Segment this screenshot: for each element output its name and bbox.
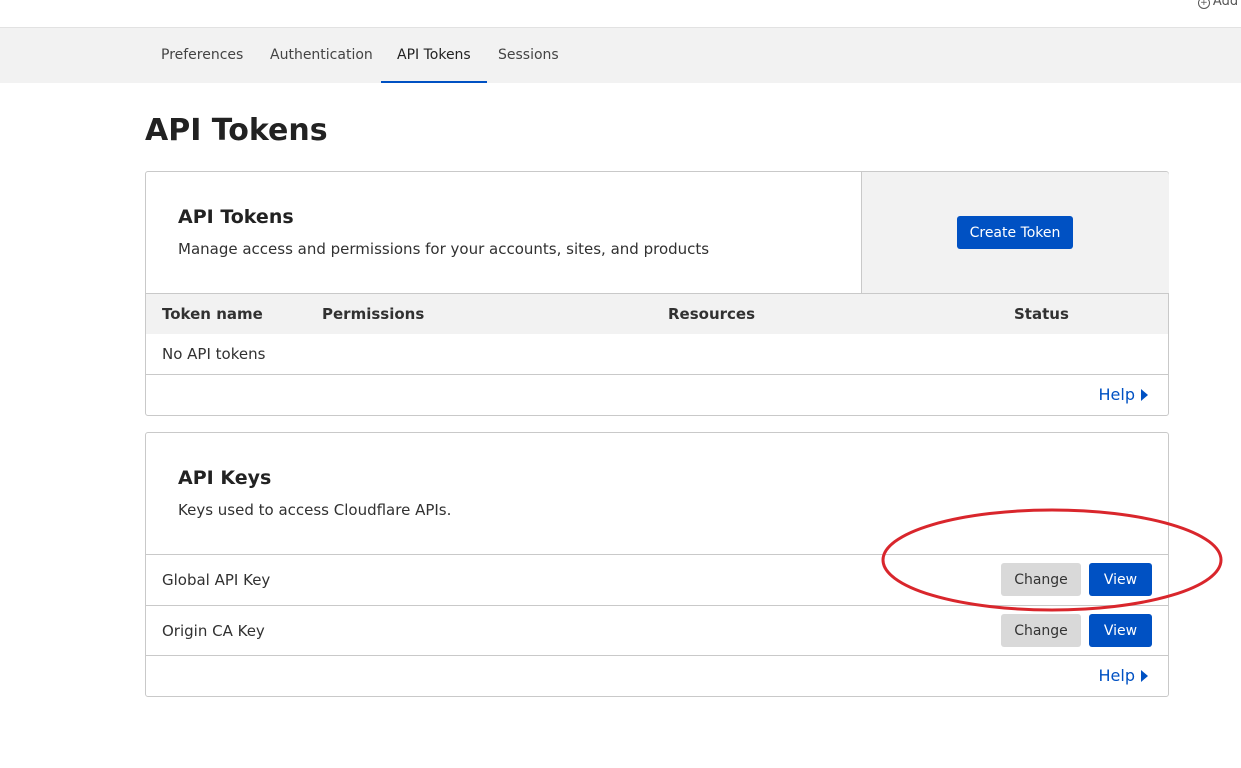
tab-bar: Preferences Authentication API Tokens Se… bbox=[0, 28, 1241, 83]
column-header-status[interactable]: Status bbox=[1014, 294, 1069, 334]
api-keys-card: API Keys Keys used to access Cloudflare … bbox=[145, 432, 1169, 697]
tab-sessions[interactable]: Sessions bbox=[482, 28, 575, 83]
caret-right-icon bbox=[1141, 670, 1148, 682]
caret-right-icon bbox=[1141, 389, 1148, 401]
global-api-key-change-button[interactable]: Change bbox=[1001, 563, 1081, 596]
tab-preferences[interactable]: Preferences bbox=[145, 28, 259, 83]
global-api-key-view-button[interactable]: View bbox=[1089, 563, 1152, 596]
card-divider bbox=[146, 655, 1168, 656]
tokens-table-header: Token name Permissions Resources Status bbox=[146, 294, 1168, 334]
plus-icon: + bbox=[1197, 0, 1210, 9]
keys-help-link[interactable]: Help bbox=[1099, 666, 1148, 685]
keys-help-label: Help bbox=[1098, 666, 1135, 685]
tokens-help-link[interactable]: Help bbox=[1099, 385, 1148, 404]
add-site-link[interactable]: +Add s bbox=[1197, 0, 1241, 9]
api-tokens-card-actions: Create Token bbox=[861, 172, 1169, 294]
origin-ca-key-view-button[interactable]: View bbox=[1089, 614, 1152, 647]
add-site-label: Add s bbox=[1212, 0, 1241, 9]
tab-api-tokens[interactable]: API Tokens bbox=[381, 28, 487, 83]
tokens-help-label: Help bbox=[1098, 385, 1135, 404]
column-header-resources[interactable]: Resources bbox=[668, 294, 755, 334]
create-token-button[interactable]: Create Token bbox=[957, 216, 1073, 249]
origin-ca-key-label: Origin CA Key bbox=[162, 622, 265, 640]
global-api-key-row: Global API Key Change View bbox=[146, 555, 1168, 605]
api-tokens-card-description: Manage access and permissions for your a… bbox=[178, 240, 710, 258]
api-tokens-card: API Tokens Manage access and permissions… bbox=[145, 171, 1169, 416]
api-keys-card-description: Keys used to access Cloudflare APIs. bbox=[178, 501, 452, 519]
tab-authentication[interactable]: Authentication bbox=[254, 28, 389, 83]
api-tokens-card-header: API Tokens Manage access and permissions… bbox=[146, 172, 861, 294]
page-title: API Tokens bbox=[145, 113, 328, 148]
origin-ca-key-row: Origin CA Key Change View bbox=[146, 606, 1168, 656]
api-tokens-card-title: API Tokens bbox=[178, 206, 294, 228]
card-divider bbox=[146, 374, 1168, 375]
top-bar: +Add s bbox=[0, 0, 1241, 28]
api-keys-card-title: API Keys bbox=[178, 467, 272, 489]
origin-ca-key-change-button[interactable]: Change bbox=[1001, 614, 1081, 647]
tokens-empty-message: No API tokens bbox=[162, 345, 266, 363]
column-header-permissions[interactable]: Permissions bbox=[322, 294, 424, 334]
column-header-token-name[interactable]: Token name bbox=[162, 294, 263, 334]
global-api-key-label: Global API Key bbox=[162, 571, 271, 589]
